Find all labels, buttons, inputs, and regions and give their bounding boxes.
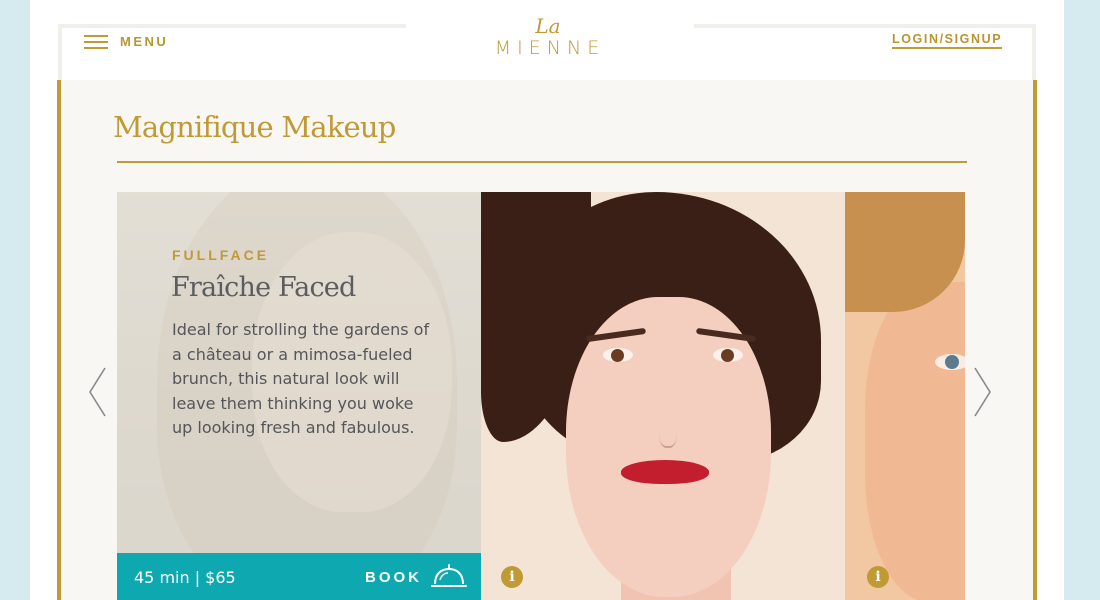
card-title: Fraîche Faced: [171, 272, 356, 303]
logo-wordmark: MIENNE: [494, 37, 606, 59]
portrait-eye: [935, 354, 965, 370]
portrait-face: [865, 282, 965, 600]
portrait-eye: [603, 348, 633, 362]
portrait-eye: [713, 348, 743, 362]
service-card-partial[interactable]: i: [845, 192, 965, 600]
card-category: FULLFACE: [172, 247, 270, 263]
menu-icon: [84, 33, 108, 49]
logo-la: La: [535, 14, 561, 38]
page: MENU La MIENNE LOGIN/SIGNUP Magnifique M…: [30, 0, 1064, 600]
section-title: Magnifique Makeup: [113, 110, 396, 144]
duration-price: 45 min | $65: [134, 568, 236, 587]
portrait-nose: [659, 412, 677, 448]
bell-icon[interactable]: [431, 563, 467, 591]
title-rule: [117, 161, 967, 163]
header: MENU La MIENNE LOGIN/SIGNUP: [30, 0, 1064, 80]
header-rule: [58, 24, 406, 28]
booking-bar: 45 min | $65 BOOK: [117, 553, 481, 600]
chevron-right-icon[interactable]: [971, 366, 993, 418]
menu-label: MENU: [120, 33, 169, 49]
header-rule: [694, 24, 1036, 28]
card-description: Ideal for strolling the gardens of a châ…: [172, 320, 430, 437]
login-signup-link[interactable]: LOGIN/SIGNUP: [892, 32, 1003, 49]
info-icon[interactable]: i: [501, 566, 523, 588]
service-card-portrait[interactable]: i: [481, 192, 845, 600]
service-card-fullface[interactable]: FULLFACE Fraîche Faced Ideal for strolli…: [117, 192, 481, 600]
header-rule: [1032, 24, 1036, 80]
logo[interactable]: La MIENNE: [478, 16, 618, 66]
service-carousel: FULLFACE Fraîche Faced Ideal for strolli…: [117, 192, 965, 600]
portrait-lips: [621, 460, 709, 484]
menu-button[interactable]: MENU: [84, 30, 168, 52]
chevron-left-icon[interactable]: [87, 366, 109, 418]
header-rule: [58, 24, 62, 80]
book-button[interactable]: BOOK: [365, 569, 422, 586]
info-icon[interactable]: i: [867, 566, 889, 588]
